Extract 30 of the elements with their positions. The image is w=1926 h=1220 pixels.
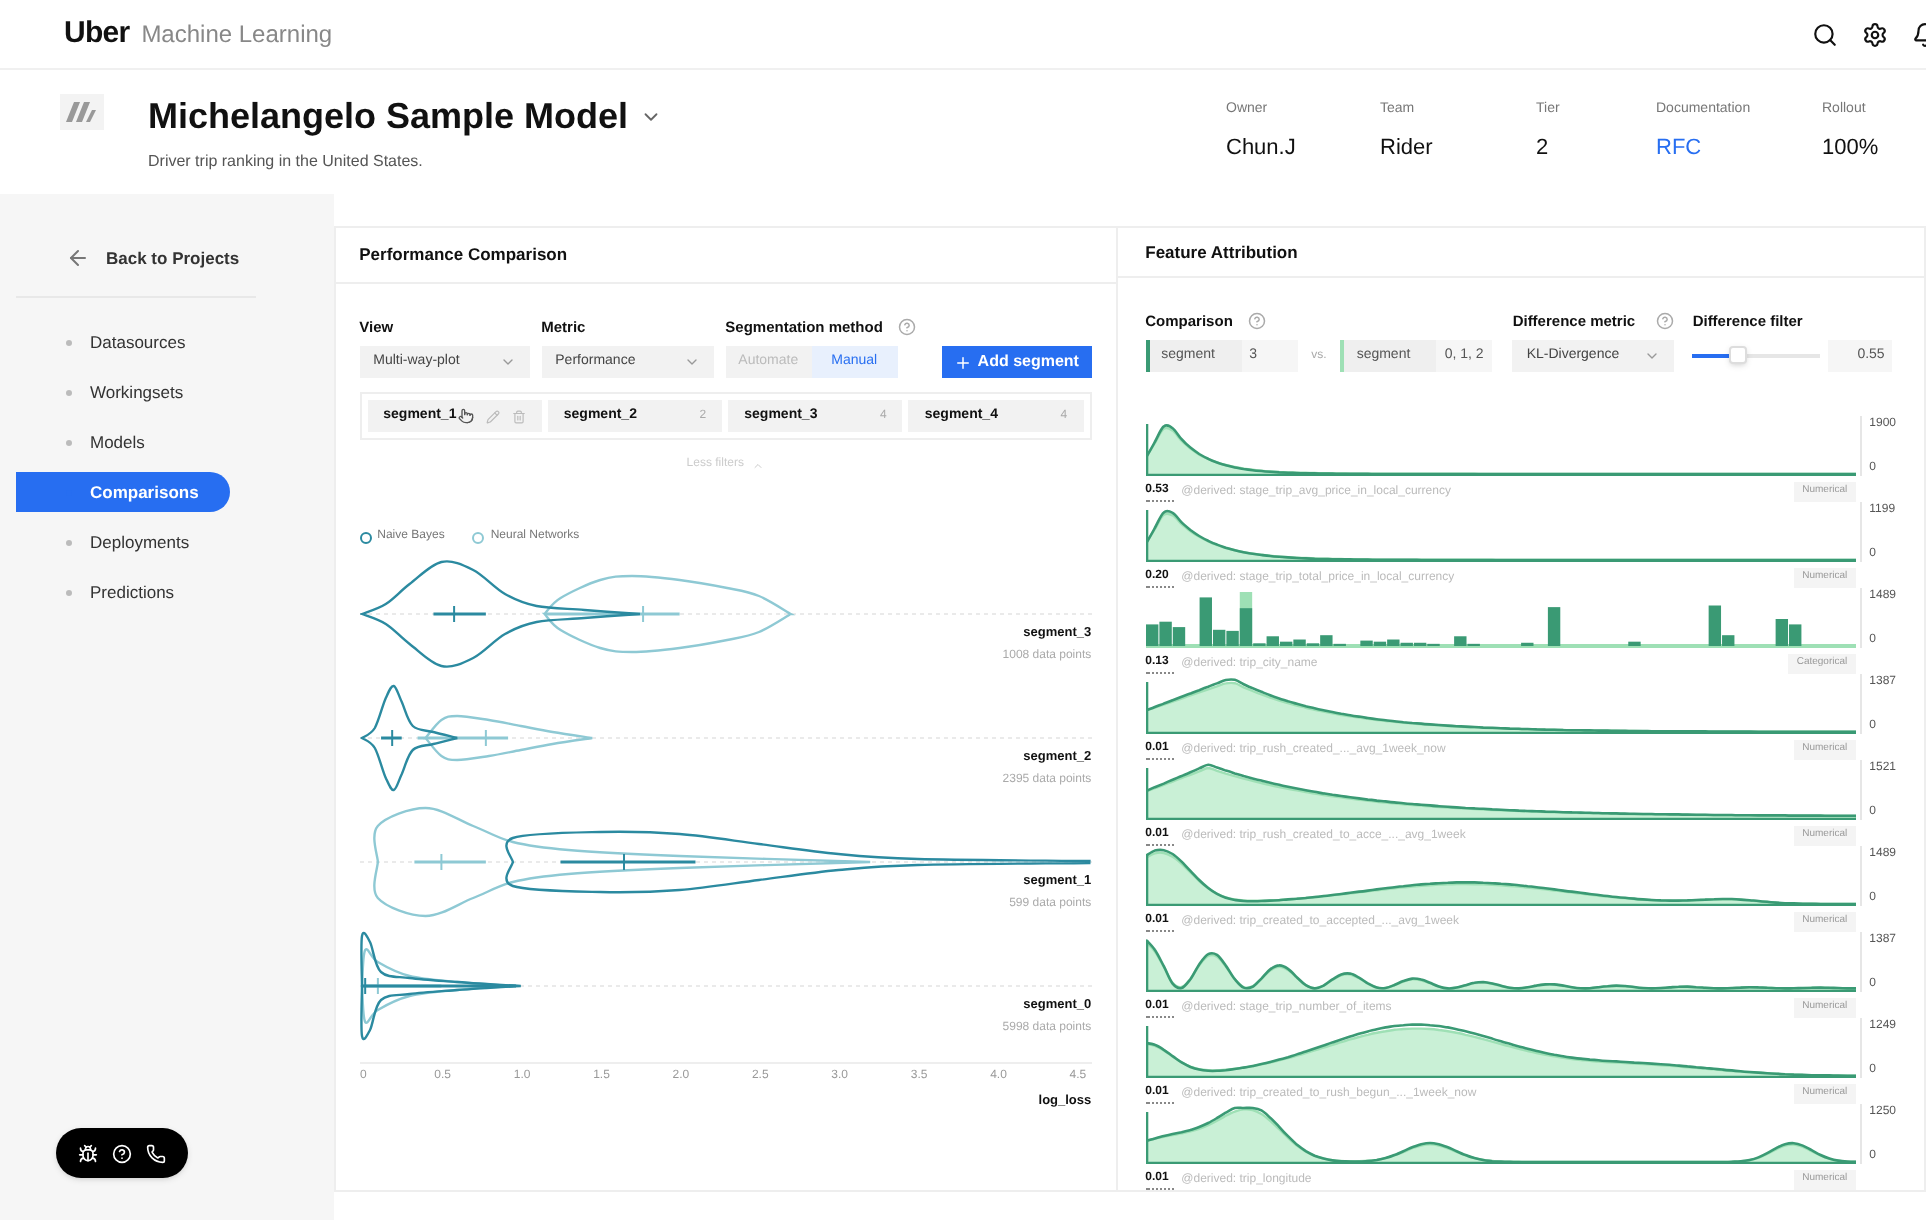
nav-item[interactable]: Workingsets — [16, 372, 230, 412]
meta-value: Chun.J — [1226, 133, 1298, 163]
nav-item[interactable]: Models — [16, 422, 230, 462]
model-title: Michelangelo Sample Model — [148, 94, 629, 140]
meta-value: Rider — [1380, 133, 1435, 163]
arrow-left-icon — [66, 246, 90, 270]
chevron-up-icon — [751, 459, 764, 472]
nav-item[interactable]: Comparisons — [16, 472, 230, 512]
nav-item[interactable]: Deployments — [16, 522, 230, 562]
back-link[interactable]: Back to Projects — [66, 244, 334, 272]
slider-thumb[interactable] — [1728, 346, 1747, 364]
bug-icon[interactable] — [78, 1143, 98, 1163]
pointer-icon — [458, 408, 475, 425]
chevron-down-icon — [1644, 348, 1661, 364]
plus-icon — [953, 353, 972, 372]
model-subtitle: Driver trip ranking in the United States. — [148, 150, 425, 174]
meta-value: 100% — [1822, 133, 1881, 163]
brand-logo[interactable]: Uber — [64, 11, 130, 57]
documentation-link[interactable]: RFC — [1656, 131, 1822, 164]
phone-icon[interactable] — [146, 1143, 166, 1163]
product-name: Machine Learning — [141, 18, 333, 52]
settings-icon[interactable] — [1862, 21, 1888, 47]
nav-item[interactable]: Datasources — [16, 322, 230, 362]
panel-title: Feature Attribution — [1145, 239, 1298, 265]
panel-title: Performance Comparison — [359, 242, 568, 268]
nav-item[interactable]: Predictions — [16, 572, 230, 612]
add-segment-button[interactable]: Add segment — [941, 346, 1092, 379]
meta-value: 2 — [1536, 133, 1551, 163]
model-logo — [60, 94, 104, 130]
search-icon[interactable] — [1812, 21, 1838, 47]
